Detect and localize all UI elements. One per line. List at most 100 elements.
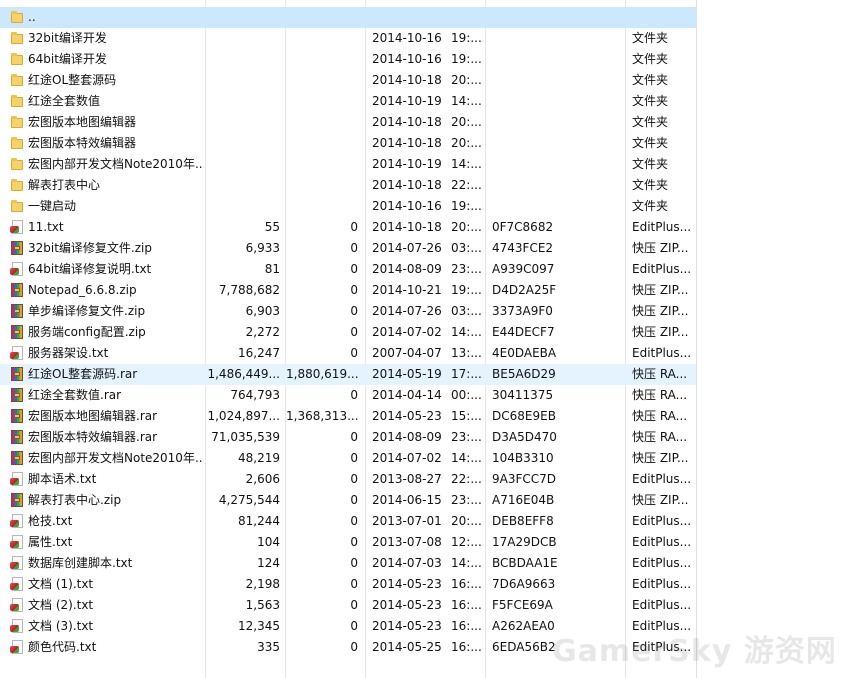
file-size: 48,219 xyxy=(238,451,280,465)
folder-row[interactable]: .. xyxy=(0,7,696,28)
file-crc: 4743FCE2 xyxy=(492,241,554,255)
file-size: 1,024,897... xyxy=(207,409,280,423)
list-right-border xyxy=(696,0,697,678)
file-size: 81,244 xyxy=(238,514,280,528)
file-size: 81 xyxy=(264,262,280,276)
file-name: 宏图内部开发文档Note2010年... xyxy=(28,451,204,465)
file-time: 14:... xyxy=(451,451,482,465)
file-row[interactable]: 服务器架设.txt 16,247 0 2007-04-07 13:... 4E0DAEBA… xyxy=(0,343,696,364)
file-time: 23:... xyxy=(451,262,482,276)
file-row[interactable]: 属性.txt 104 0 2013-07-08 12:... 17A29DCB EditPl… xyxy=(0,532,696,553)
folder-row[interactable]: 红途OL整套源码 2014-10-18 20:... 文件夹 xyxy=(0,70,696,91)
file-row[interactable]: 服务端config配置.zip 2,272 0 2014-07-02 14:... E44… xyxy=(0,322,696,343)
file-packed-size: 0 xyxy=(350,514,358,528)
file-type: 快压 ZIP... xyxy=(632,325,689,339)
file-type: EditPlus... xyxy=(632,514,692,528)
file-packed-size xyxy=(286,7,358,28)
folder-row[interactable]: 宏图内部开发文档Note2010年... 2014-10-19 14:... 文件夹 xyxy=(0,154,696,175)
file-row[interactable]: 宏图内部开发文档Note2010年... 48,219 0 2014-07-02 14:… xyxy=(0,448,696,469)
file-row[interactable]: 单步编译修复文件.zip 6,903 0 2014-07-26 03:... 3373A9… xyxy=(0,301,696,322)
folder-icon xyxy=(10,199,24,213)
file-size xyxy=(206,112,280,133)
file-name: 11.txt xyxy=(28,220,64,234)
file-size: 335 xyxy=(257,640,280,654)
file-packed-size: 0 xyxy=(350,556,358,570)
file-crc: BCBDAA1E xyxy=(492,556,558,570)
folder-row[interactable]: 宏图版本地图编辑器 2014-10-18 20:... 文件夹 xyxy=(0,112,696,133)
file-packed-size: 0 xyxy=(350,535,358,549)
file-type: 快压 RA... xyxy=(632,367,688,381)
file-list: .. 32bit编译开发 2014-10-16 19:... 文件夹 64bit编译开发 2… xyxy=(0,0,696,678)
file-row[interactable]: 11.txt 55 0 2014-10-18 20:... 0F7C8682 EditPlu… xyxy=(0,217,696,238)
file-packed-size xyxy=(286,154,358,175)
text-file-icon xyxy=(10,472,24,486)
file-row[interactable]: 红途OL整套源码.rar 1,486,449... 1,880,619... 2014… xyxy=(0,364,696,385)
file-time: 16:... xyxy=(451,577,482,591)
file-crc: 104B3310 xyxy=(492,451,554,465)
file-crc: D4D2A25F xyxy=(492,283,557,297)
file-date: 2014-07-03 xyxy=(372,556,442,570)
file-crc: 7D6A9663 xyxy=(492,577,556,591)
file-row[interactable]: 64bit编译修复说明.txt 81 0 2014-08-09 23:... A939C0… xyxy=(0,259,696,280)
file-row[interactable]: 文档 (2).txt 1,563 0 2014-05-23 16:... F5FCE69A… xyxy=(0,595,696,616)
archive-icon xyxy=(10,283,24,297)
file-type: 文件夹 xyxy=(632,115,669,129)
file-time: 14:... xyxy=(451,325,482,339)
file-date: 2014-07-02 xyxy=(372,325,442,339)
file-type xyxy=(632,7,694,28)
file-type: 文件夹 xyxy=(632,31,669,45)
folder-icon xyxy=(10,10,24,24)
file-type: 快压 ZIP... xyxy=(632,283,689,297)
file-crc xyxy=(492,91,622,112)
file-row[interactable]: 枪技.txt 81,244 0 2013-07-01 20:... DEB8EFF8 Edi… xyxy=(0,511,696,532)
file-row[interactable]: 宏图版本地图编辑器.rar 1,024,897... 1,368,313... 201… xyxy=(0,406,696,427)
file-row[interactable]: 数据库创建脚本.txt 124 0 2014-07-03 14:... BCBDAA1E E… xyxy=(0,553,696,574)
text-file-icon xyxy=(10,346,24,360)
file-size: 71,035,539 xyxy=(211,430,280,444)
file-type: EditPlus... xyxy=(632,220,692,234)
file-time: 23:... xyxy=(451,430,482,444)
file-name: 宏图版本特效编辑器.rar xyxy=(28,430,158,444)
file-row[interactable]: 文档 (1).txt 2,198 0 2014-05-23 16:... 7D6A9663… xyxy=(0,574,696,595)
file-packed-size: 0 xyxy=(350,283,358,297)
file-name: 红途OL整套源码 xyxy=(28,73,117,87)
file-crc: E44DECF7 xyxy=(492,325,555,339)
text-file-icon xyxy=(10,598,24,612)
file-row[interactable]: Notepad_6.6.8.zip 7,788,682 0 2014-10-21 19:… xyxy=(0,280,696,301)
file-name: 64bit编译修复说明.txt xyxy=(28,262,152,276)
file-crc: DEB8EFF8 xyxy=(492,514,554,528)
file-size: 16,247 xyxy=(238,346,280,360)
file-row[interactable]: 解表打表中心.zip 4,275,544 0 2014-06-15 23:... A716… xyxy=(0,490,696,511)
archive-icon xyxy=(10,325,24,339)
file-packed-size xyxy=(286,70,358,91)
file-name: 单步编译修复文件.zip xyxy=(28,304,146,318)
file-row[interactable]: 脚本语术.txt 2,606 0 2013-08-27 22:... 9A3FCC7D Ed… xyxy=(0,469,696,490)
file-row[interactable]: 32bit编译修复文件.zip 6,933 0 2014-07-26 03:... 474… xyxy=(0,238,696,259)
file-crc: 9A3FCC7D xyxy=(492,472,557,486)
archive-icon xyxy=(10,409,24,423)
file-packed-size xyxy=(286,91,358,112)
file-type: EditPlus... xyxy=(632,535,692,549)
file-name: 数据库创建脚本.txt xyxy=(28,556,133,570)
file-time: 20:... xyxy=(451,136,482,150)
folder-row[interactable]: 宏图版本特效编辑器 2014-10-18 20:... 文件夹 xyxy=(0,133,696,154)
archive-icon xyxy=(10,388,24,402)
file-row[interactable]: 宏图版本特效编辑器.rar 71,035,539 0 2014-08-09 23:...… xyxy=(0,427,696,448)
folder-row[interactable]: 64bit编译开发 2014-10-16 19:... 文件夹 xyxy=(0,49,696,70)
folder-row[interactable]: 解表打表中心 2014-10-18 22:... 文件夹 xyxy=(0,175,696,196)
file-date: 2014-05-25 xyxy=(372,640,442,654)
folder-row[interactable]: 一键启动 2014-10-16 19:... 文件夹 xyxy=(0,196,696,217)
file-crc xyxy=(492,133,622,154)
file-row[interactable]: 红途全套数值.rar 764,793 0 2014-04-14 00:... 304113… xyxy=(0,385,696,406)
file-name: 解表打表中心 xyxy=(28,178,101,192)
file-packed-size: 0 xyxy=(350,241,358,255)
folder-row[interactable]: 32bit编译开发 2014-10-16 19:... 文件夹 xyxy=(0,28,696,49)
file-name: 64bit编译开发 xyxy=(28,52,107,66)
file-type: EditPlus... xyxy=(632,556,692,570)
file-type: 文件夹 xyxy=(632,136,669,150)
text-file-icon xyxy=(10,535,24,549)
file-packed-size: 0 xyxy=(350,388,358,402)
folder-row[interactable]: 红途全套数值 2014-10-19 14:... 文件夹 xyxy=(0,91,696,112)
file-date: 2014-10-16 xyxy=(372,31,442,45)
file-time: 22:... xyxy=(451,472,482,486)
